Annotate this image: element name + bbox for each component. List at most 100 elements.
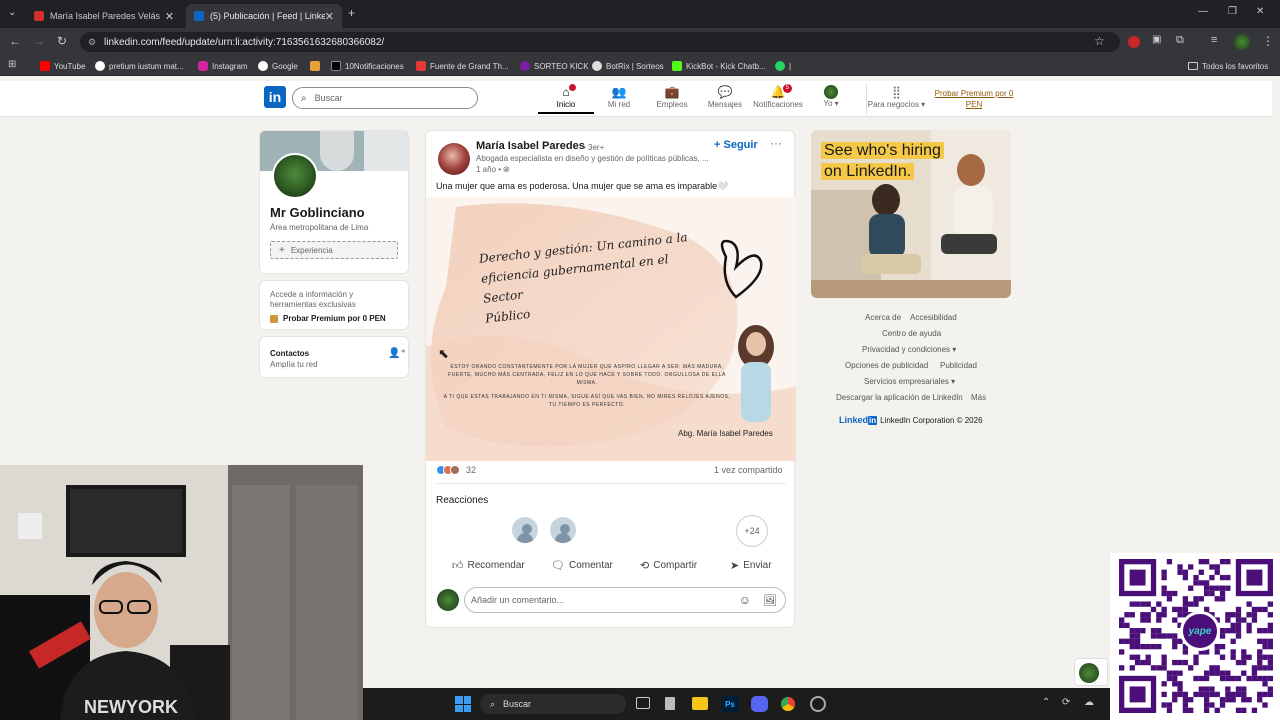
nav-home[interactable]: ⌂ Inicio	[538, 84, 594, 114]
footer-link[interactable]: Descargar la aplicación de LinkedIn	[836, 393, 963, 402]
footer-link[interactable]: Privacidad y condiciones ▾	[862, 345, 956, 354]
footer-link[interactable]: Más	[971, 393, 986, 402]
folder-icon	[1188, 62, 1198, 70]
browser-tab-active[interactable]: (5) Publicación | Feed | LinkedIn ✕	[186, 4, 342, 28]
add-experience-button[interactable]: + Experiencia	[270, 241, 398, 259]
share-count[interactable]: 1 vez compartido	[714, 465, 783, 475]
comment-placeholder: Añadir un comentario...	[471, 595, 565, 605]
menu-dots-icon[interactable]: ⋮	[1262, 34, 1274, 48]
image-icon[interactable]: 🖼︎	[763, 594, 777, 607]
nav-jobs[interactable]: 💼 Empleos	[644, 84, 700, 114]
author-avatar[interactable]	[438, 143, 470, 175]
bookmark-label: 10Notificaciones	[345, 61, 404, 71]
close-tab-icon[interactable]: ✕	[325, 10, 334, 23]
tab-title: María Isabel Paredes Velásquez	[50, 11, 160, 21]
footer-link[interactable]: Servicios empresariales ▾	[864, 377, 955, 386]
tray-icon[interactable]: ☁	[1084, 697, 1094, 708]
reload-icon[interactable]: ↻	[57, 34, 67, 48]
tray-chevron-icon[interactable]: ⌃	[1042, 697, 1050, 708]
messaging-widget[interactable]	[1074, 658, 1108, 686]
comment-button[interactable]: 🗨︎ Comentar	[551, 559, 613, 572]
bookmark-item[interactable]: KickBot - Kick Chatb...	[672, 57, 766, 75]
url-text: linkedin.com/feed/update/urn:li:activity…	[104, 36, 385, 48]
footer-link[interactable]: Centro de ayuda	[882, 329, 941, 338]
author-name[interactable]: María Isabel Paredes	[476, 140, 585, 152]
contacts-title: Contactos	[270, 349, 310, 358]
footer-link[interactable]: Publicidad	[940, 361, 977, 370]
url-bar[interactable]: ⚙ linkedin.com/feed/update/urn:li:activi…	[80, 32, 1120, 52]
bookmark-item[interactable]: 10Notificaciones	[331, 57, 404, 75]
extension-icon[interactable]: ▣	[1152, 34, 1161, 45]
bookmark-item[interactable]: Fuente de Grand Th...	[416, 57, 509, 75]
bookmark-item[interactable]: Instagram	[198, 57, 248, 75]
premium-link[interactable]: Probar Premium por 0 PEN	[930, 88, 1018, 110]
more-reactors[interactable]: +24	[736, 515, 768, 547]
extensions-puzzle-icon[interactable]: ⧉	[1176, 34, 1184, 47]
tray-icon[interactable]: ⟳	[1062, 697, 1070, 708]
minimize-icon[interactable]: —	[1198, 6, 1208, 17]
contacts-card[interactable]: Contactos Amplía tu red 👤⁺	[259, 336, 409, 378]
bookmark-item[interactable]: |	[775, 57, 791, 75]
bookmark-item[interactable]: SORTEO KICK	[520, 57, 589, 75]
nav-me[interactable]: Yo ▾	[803, 84, 859, 114]
reaction-summary[interactable]: 32	[436, 465, 476, 475]
emoji-icon[interactable]: ☺	[739, 593, 751, 607]
bookmark-item[interactable]	[310, 57, 324, 75]
file-explorer-icon[interactable]	[692, 697, 708, 710]
footer-link[interactable]: Acerca de	[865, 313, 901, 322]
ad-banner[interactable]: See who's hiring on LinkedIn.	[811, 130, 1011, 298]
profile-avatar[interactable]	[1234, 34, 1250, 50]
forward-icon[interactable]: →	[33, 34, 45, 48]
follow-button[interactable]: + Seguir	[714, 139, 758, 151]
premium-link[interactable]: Probar Premium por 0 PEN	[270, 314, 386, 323]
footer-link[interactable]: Opciones de publicidad	[845, 361, 928, 370]
tab-list-icon[interactable]: ⌄	[8, 7, 16, 18]
linkedin-logo-icon[interactable]: in	[264, 86, 286, 108]
task-view-icon[interactable]	[636, 697, 650, 709]
youtube-icon	[40, 61, 50, 71]
close-window-icon[interactable]: ✕	[1256, 6, 1264, 17]
send-button[interactable]: ➤ Enviar	[730, 559, 772, 572]
bookmark-item[interactable]: BotRix | Sorteos	[592, 57, 664, 75]
extension-icon[interactable]	[1128, 36, 1140, 48]
repost-button[interactable]: ⟲ Compartir	[640, 559, 697, 572]
taskbar-search[interactable]: ⌕ Buscar	[480, 694, 626, 714]
photoshop-icon[interactable]: Ps	[722, 696, 738, 712]
webcam-overlay: NEWYORK	[0, 465, 363, 720]
bookmark-item[interactable]: YouTube	[40, 57, 85, 75]
browser-tab[interactable]: María Isabel Paredes Velásquez ✕	[26, 4, 182, 28]
nav-messages[interactable]: 💬 Mensajes	[697, 84, 753, 114]
bookmark-label: BotRix | Sorteos	[606, 61, 664, 71]
all-bookmarks[interactable]: Todos los favoritos	[1188, 57, 1268, 75]
back-icon[interactable]: ←	[9, 34, 21, 48]
new-tab-icon[interactable]: +	[348, 6, 355, 20]
app-icon[interactable]	[810, 696, 826, 712]
close-tab-icon[interactable]: ✕	[165, 10, 174, 23]
media-icon[interactable]: ≡	[1211, 34, 1217, 46]
like-button[interactable]: 👍︎ Recomendar	[452, 559, 525, 572]
nav-network[interactable]: 👥 Mi red	[591, 84, 647, 114]
chrome-icon[interactable]	[780, 696, 796, 712]
discord-icon[interactable]	[751, 696, 768, 712]
profile-avatar[interactable]	[272, 153, 318, 199]
app-icon[interactable]	[665, 697, 675, 710]
profile-name[interactable]: Mr Goblinciano	[270, 205, 365, 220]
post-image[interactable]: Derecho y gestión: Un camino a la eficie…	[426, 197, 796, 461]
nav-notifications[interactable]: 🔔 Notificaciones 5	[750, 84, 806, 114]
nav-business[interactable]: ⣿ Para negocios ▾	[866, 84, 926, 114]
comment-input[interactable]: Añadir un comentario... ☺ 🖼︎	[464, 587, 786, 613]
search-input[interactable]: ⌕ Buscar	[292, 87, 478, 109]
bookmark-item[interactable]: pretium iustum mat...	[95, 57, 184, 75]
bookmark-star-icon[interactable]: ☆	[1094, 34, 1105, 48]
more-options-icon[interactable]: ···	[770, 136, 782, 150]
maximize-icon[interactable]: ❐	[1228, 6, 1237, 17]
footer-link[interactable]: Accesibilidad	[910, 313, 957, 322]
plus-icon: +	[279, 244, 285, 256]
bookmark-favicon-icon	[310, 61, 320, 71]
reactor-avatar[interactable]	[548, 515, 578, 545]
reactor-avatar[interactable]	[510, 515, 540, 545]
site-info-icon[interactable]: ⚙	[88, 37, 96, 48]
bookmark-item[interactable]: Google	[258, 57, 298, 75]
apps-grid-icon[interactable]: ⊞	[8, 59, 16, 70]
windows-start-icon[interactable]	[455, 696, 471, 712]
